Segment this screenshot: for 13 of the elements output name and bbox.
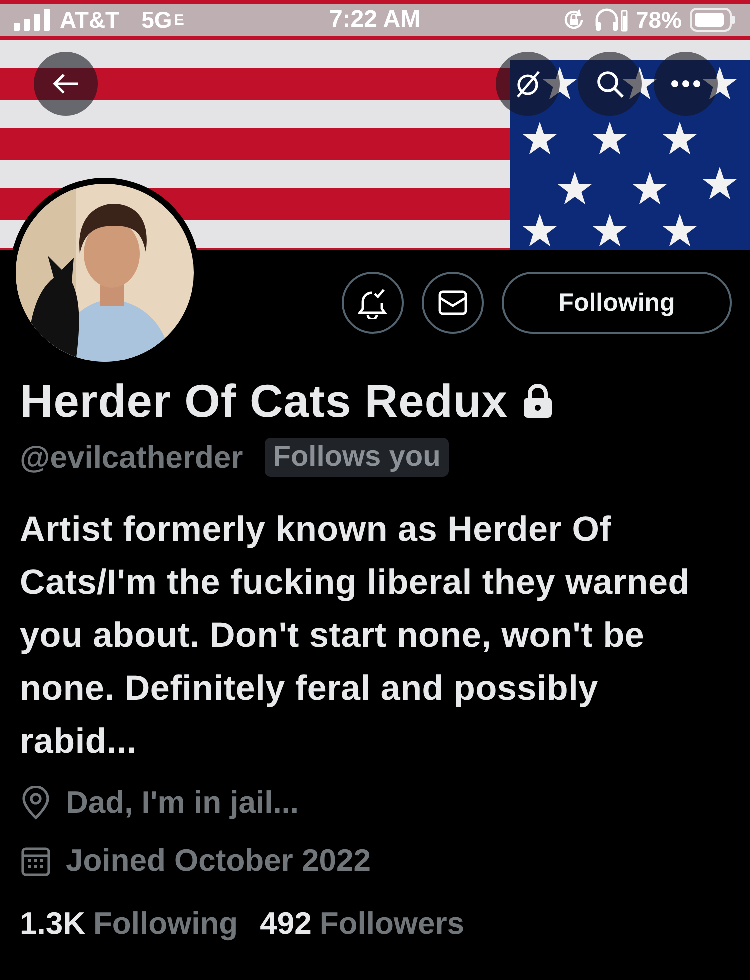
follows-you-label: Follows you (265, 438, 449, 477)
calendar-icon (20, 845, 52, 877)
following-button[interactable]: Following (502, 272, 732, 334)
stat-link[interactable]: 492 Followers (260, 906, 465, 942)
profile-bio: Artist formerly known as Herder Of Cats/I'm the fucking liberal they warned you about. Don't start none, won't be none. Definitely feral and possibly rabid... (20, 509, 691, 763)
joined-date: Joined October 2022 (66, 843, 371, 879)
location-text: Dad, I'm in jail... (66, 785, 300, 821)
bell-check-icon (358, 287, 388, 319)
profile-name: Herder Of Cats Redux (20, 374, 508, 428)
stat-link[interactable]: 1.3K Following (20, 906, 238, 942)
location-pin-icon (20, 786, 52, 820)
envelope-icon (438, 290, 468, 316)
profile-handle: @evilcatherder (20, 440, 244, 476)
